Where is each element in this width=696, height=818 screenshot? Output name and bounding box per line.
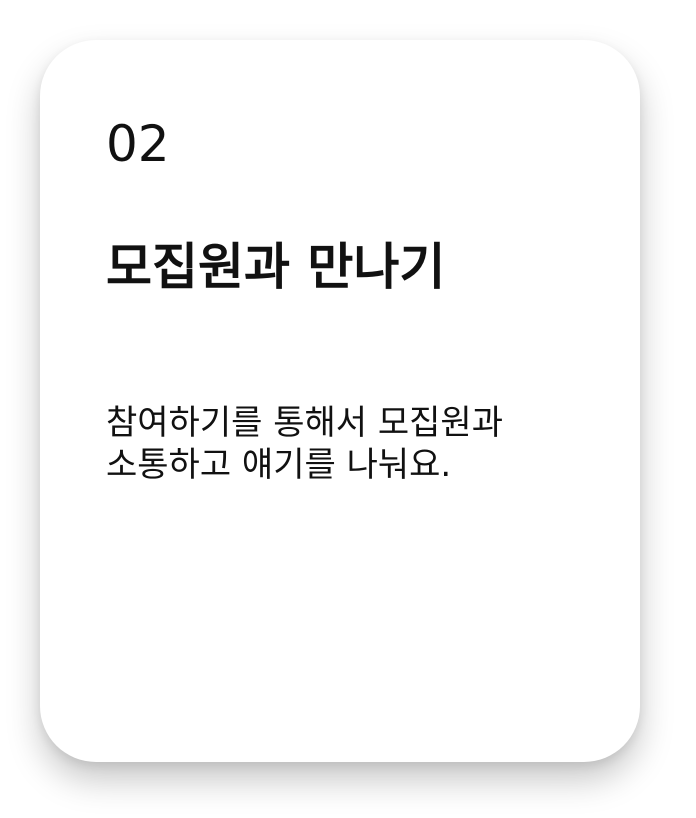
description-line: 소통하고 얘기를 나눠요. <box>106 445 452 485</box>
card-description: 참여하기를 통해서 모집원과 소통하고 얘기를 나눠요. <box>106 402 586 486</box>
description-line: 참여하기를 통해서 모집원과 <box>106 403 503 443</box>
info-card: 02 모집원과 만나기 참여하기를 통해서 모집원과 소통하고 얘기를 나눠요. <box>40 40 640 762</box>
step-number: 02 <box>106 115 170 173</box>
card-title: 모집원과 만나기 <box>106 238 446 296</box>
page: 02 모집원과 만나기 참여하기를 통해서 모집원과 소통하고 얘기를 나눠요. <box>0 0 696 818</box>
